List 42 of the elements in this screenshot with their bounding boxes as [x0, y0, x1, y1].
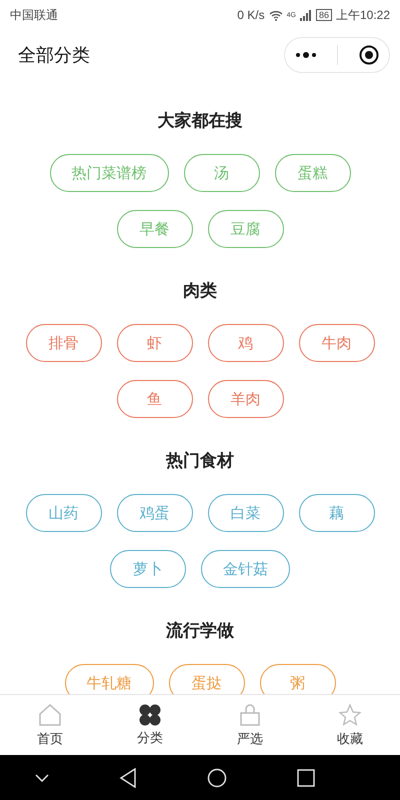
- recent-apps-icon[interactable]: [297, 768, 315, 786]
- wifi-icon: [268, 10, 283, 20]
- collapse-icon[interactable]: [35, 774, 49, 782]
- tag-chip[interactable]: 排骨: [26, 324, 102, 362]
- tab-item[interactable]: 首页: [0, 695, 100, 755]
- tag-chip[interactable]: 早餐: [116, 210, 192, 248]
- section-title: 肉类: [182, 280, 218, 303]
- star-icon: [338, 702, 362, 726]
- tag-chip[interactable]: 鸡蛋: [116, 494, 192, 532]
- battery-level: 86: [316, 9, 332, 21]
- tag-chip[interactable]: 萝卜: [110, 550, 186, 588]
- tag-chip[interactable]: 鱼: [116, 380, 192, 418]
- back-icon[interactable]: [119, 768, 137, 788]
- section-title: 大家都在搜: [156, 110, 244, 133]
- tab-item[interactable]: 收藏: [300, 695, 400, 755]
- tag-chip[interactable]: 山药: [26, 494, 102, 532]
- carrier-name: 中国联通: [10, 6, 58, 24]
- section-title: 流行学做: [165, 620, 235, 643]
- section-title: 热门食材: [164, 450, 235, 473]
- close-icon[interactable]: [358, 45, 379, 65]
- home-button-icon[interactable]: [207, 768, 227, 788]
- category-icon: [139, 704, 161, 726]
- tab-item[interactable]: 分类: [100, 695, 200, 755]
- tag-chip[interactable]: 白菜: [208, 494, 284, 532]
- tag-chip[interactable]: 蛋糕: [274, 154, 350, 192]
- tag-chip[interactable]: 金针菇: [201, 550, 290, 588]
- clock: 上午10:22: [336, 6, 390, 24]
- tag-chip[interactable]: 牛肉: [298, 324, 374, 362]
- page-title: 全部分类: [18, 44, 90, 67]
- home-icon: [38, 702, 62, 726]
- tag-chip[interactable]: 藕: [298, 494, 374, 532]
- tag-chip[interactable]: 豆腐: [208, 210, 284, 248]
- tag-chip[interactable]: 虾: [116, 324, 192, 362]
- bag-icon: [238, 702, 262, 726]
- signal-icon: [300, 10, 312, 20]
- tag-chip[interactable]: 羊肉: [208, 380, 284, 418]
- tab-item[interactable]: 严选: [200, 695, 300, 755]
- network-speed: 0 K/s: [237, 8, 265, 22]
- more-icon[interactable]: [295, 52, 318, 58]
- tag-chip[interactable]: 汤: [184, 154, 260, 192]
- tag-chip[interactable]: 热门菜谱榜: [50, 154, 168, 192]
- tag-chip[interactable]: 鸡: [208, 324, 284, 362]
